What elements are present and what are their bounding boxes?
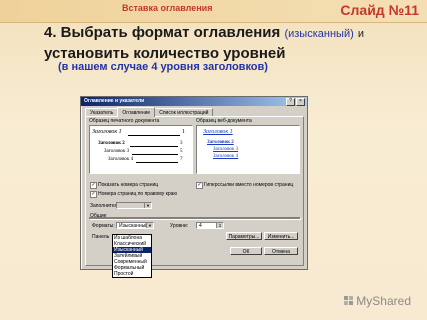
print-h1-page: 1 bbox=[182, 129, 185, 135]
print-h3: Заголовок 3 bbox=[104, 149, 130, 154]
web-preview-box: Заголовок 1 Заголовок 2 Заголовок 3 Заго… bbox=[196, 125, 300, 174]
print-h3-page: 5 bbox=[180, 149, 183, 154]
levels-label: Уровни: bbox=[170, 223, 189, 229]
chevron-down-icon: ▼ bbox=[144, 203, 151, 208]
formats-value: Изысканный bbox=[119, 223, 148, 229]
print-h4: Заголовок 4 bbox=[108, 157, 134, 162]
align-right-label: Номера страниц по правому краю bbox=[98, 191, 178, 197]
step-text-a: . Выбрать формат оглавления bbox=[52, 24, 281, 41]
spin-arrows-icon[interactable]: ⇕ bbox=[216, 223, 223, 228]
align-right-checkbox[interactable]: ✓ bbox=[90, 191, 97, 198]
show-page-numbers-label: Показать номера страниц bbox=[98, 182, 159, 188]
tab-toc[interactable]: Оглавление bbox=[117, 107, 156, 117]
formats-label: Форматы: bbox=[92, 223, 115, 229]
step-and: и bbox=[357, 28, 365, 40]
show-page-numbers-checkbox[interactable]: ✓ bbox=[90, 182, 97, 189]
close-button[interactable]: × bbox=[296, 98, 305, 106]
modify-button[interactable]: Изменить... bbox=[264, 232, 298, 240]
step-hint: (изысканный) bbox=[284, 28, 354, 40]
general-divider bbox=[89, 217, 300, 219]
print-h2-page: 3 bbox=[180, 141, 183, 146]
header-title: Вставка оглавления bbox=[122, 3, 213, 13]
print-h4-page: 7 bbox=[180, 157, 183, 162]
print-preview-label: Образец печатного документа bbox=[89, 118, 160, 124]
cancel-button[interactable]: Отмена bbox=[264, 247, 298, 255]
hyperlinks-label: Гиперссылки вместо номеров страниц bbox=[204, 182, 294, 188]
step-text-b: установить количество уровней bbox=[44, 45, 286, 62]
dialog-title: Оглавление и указатели bbox=[84, 98, 145, 104]
format-option[interactable]: Простой bbox=[113, 271, 151, 277]
print-h1: Заголовок 1 bbox=[92, 129, 122, 135]
slide-number: Слайд №11 bbox=[340, 2, 419, 18]
formats-dropdown-list: Из шаблона Классический Изысканный Затей… bbox=[112, 234, 152, 278]
ok-button[interactable]: ОК bbox=[230, 247, 262, 255]
help-button[interactable]: ? bbox=[286, 98, 295, 106]
levels-spinner[interactable]: 4 ⇕ bbox=[196, 222, 224, 229]
step-instruction: 4. Выбрать формат оглавления (изысканный… bbox=[44, 23, 424, 63]
dialog-titlebar: Оглавление и указатели bbox=[81, 97, 307, 106]
header-bar: Вставка оглавления Слайд №11 bbox=[0, 0, 427, 23]
myshared-logo-icon bbox=[344, 296, 354, 305]
step-note: (в нашем случае 4 уровня заголовков) bbox=[58, 61, 268, 73]
chevron-down-icon: ▼ bbox=[146, 223, 153, 228]
hyperlinks-checkbox[interactable]: ✓ bbox=[196, 182, 203, 189]
print-h2: Заголовок 2 bbox=[98, 141, 125, 146]
watermark: MyShared bbox=[344, 294, 411, 308]
watermark-text: MyShared bbox=[356, 294, 411, 308]
web-h2[interactable]: Заголовок 2 bbox=[207, 140, 234, 145]
leader-select[interactable]: ▼ bbox=[116, 202, 152, 209]
formats-select[interactable]: Изысканный ▼ bbox=[116, 222, 154, 229]
web-h3[interactable]: Заголовок 3 bbox=[213, 147, 238, 152]
web-preview-label: Образец веб-документа bbox=[196, 118, 252, 124]
web-h1[interactable]: Заголовок 1 bbox=[203, 129, 233, 135]
options-button[interactable]: Параметры... bbox=[226, 232, 262, 240]
levels-value: 4 bbox=[199, 223, 202, 229]
print-preview-box: Заголовок 1 1 Заголовок 2 3 Заголовок 3 … bbox=[89, 125, 193, 174]
panel-label: Панель bbox=[92, 234, 110, 240]
web-h4[interactable]: Заголовок 4 bbox=[213, 154, 238, 159]
